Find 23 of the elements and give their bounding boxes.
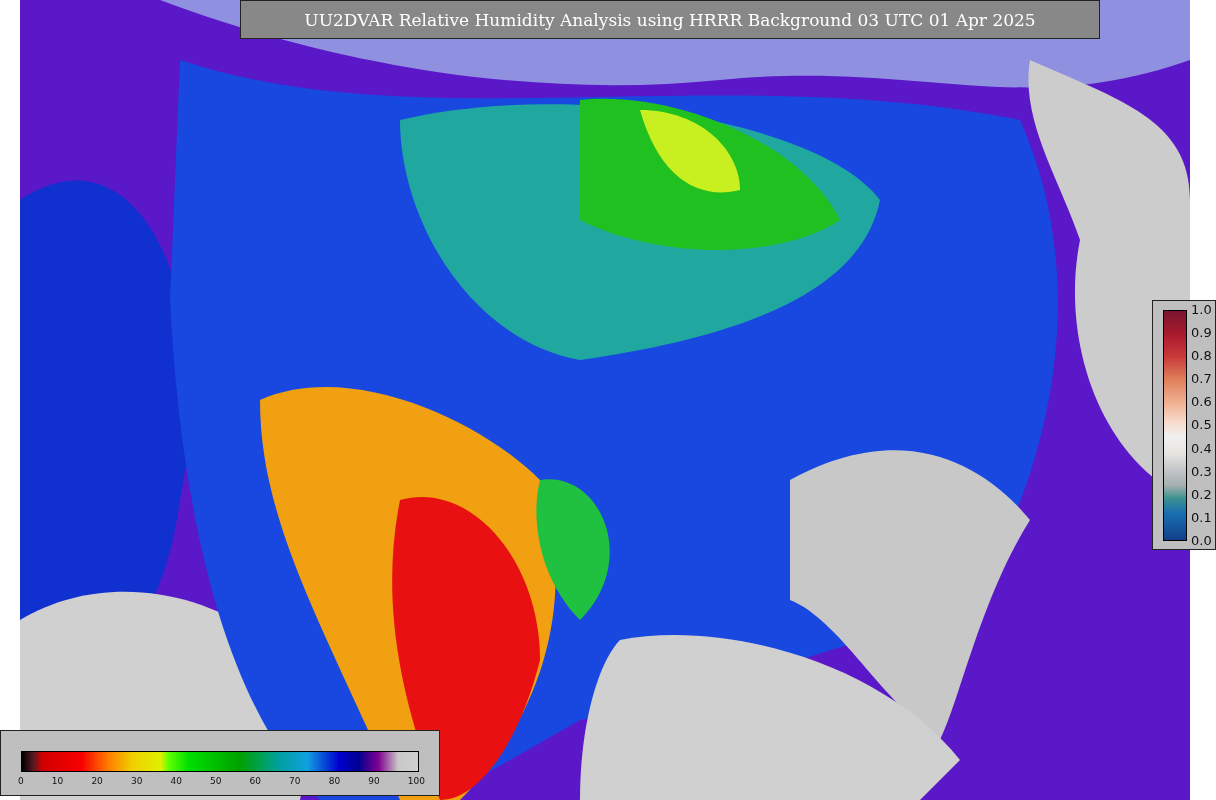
tick-label: 0.8 [1191,348,1212,365]
tick-label: 60 [249,776,261,786]
tick-label: 0.2 [1191,486,1212,503]
tick-label: 80 [328,776,341,786]
tick-label: 0.4 [1191,440,1212,457]
tick-label: 40 [170,776,182,786]
map-title: UU2DVAR Relative Humidity Analysis using HRRR Background 03 UTC 01 Apr 2025 [240,0,1100,39]
tick-label: 20 [91,776,103,786]
tick-label: 10 [51,776,64,786]
tick-label: 0.9 [1191,325,1212,342]
tick-label: 0.6 [1191,394,1212,411]
tick-label: 0.5 [1191,417,1212,434]
tick-label: 0.0 [1191,532,1212,549]
tick-label: 100 [407,776,425,786]
tick-label: 70 [289,776,301,786]
tick-label: 90 [368,776,380,786]
tick-label: 1.0 [1191,302,1212,318]
tick-label: 0 [18,776,24,786]
tick-label: 30 [130,776,143,786]
tick-label: 0.1 [1191,509,1212,526]
tick-label: 0.7 [1191,371,1212,388]
tick-label: 50 [210,776,222,786]
tick-label: 0.3 [1191,463,1212,480]
